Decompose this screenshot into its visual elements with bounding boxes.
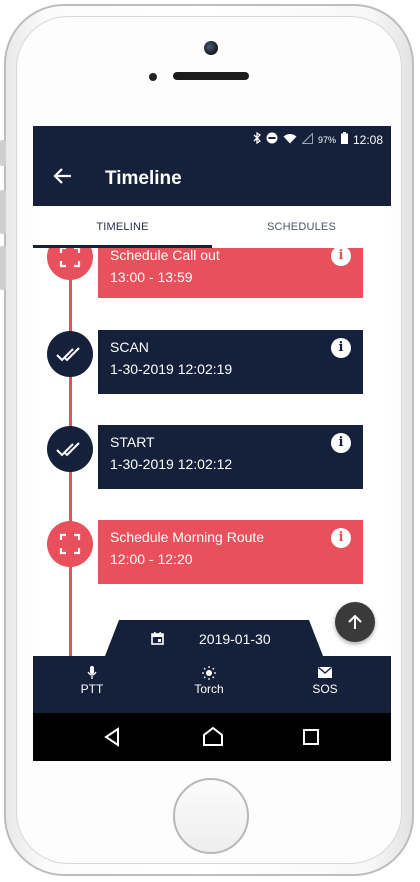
earpiece-speaker xyxy=(173,72,249,80)
nav-torch[interactable]: Torch xyxy=(179,666,239,696)
timeline-card[interactable]: Schedule Call out 13:00 - 13:59 i xyxy=(98,248,363,298)
card-time: 1-30-2019 12:02:12 xyxy=(110,456,233,472)
schedule-node xyxy=(47,521,93,567)
nav-sos[interactable]: SOS xyxy=(295,666,355,696)
wifi-icon xyxy=(283,133,297,147)
tab-bar: TIMELINE SCHEDULES xyxy=(33,206,391,249)
date-value[interactable]: 2019-01-30 xyxy=(199,632,271,646)
signal-icon xyxy=(301,131,313,147)
nav-label: SOS xyxy=(312,682,338,696)
bluetooth-icon xyxy=(253,131,261,147)
back-button[interactable] xyxy=(53,166,77,190)
dnd-icon xyxy=(266,132,278,147)
schedule-node xyxy=(47,248,93,280)
back-triangle-icon[interactable] xyxy=(101,725,125,749)
tab-schedules[interactable]: SCHEDULES xyxy=(212,206,391,248)
card-title: Schedule Call out xyxy=(110,248,220,263)
tab-timeline[interactable]: TIMELINE xyxy=(33,206,212,248)
volume-up-button xyxy=(0,190,6,234)
timeline-list: Schedule Call out 13:00 - 13:59 i SCAN 1… xyxy=(33,248,391,656)
nav-ptt[interactable]: PTT xyxy=(62,666,122,696)
scan-frame-icon xyxy=(59,248,81,268)
battery-percent: 97% xyxy=(317,134,336,145)
info-icon[interactable]: i xyxy=(331,338,351,358)
double-check-icon xyxy=(56,442,80,457)
page-title: Timeline xyxy=(105,168,182,189)
system-navigation-bar xyxy=(33,713,391,761)
battery-icon xyxy=(340,132,348,147)
recents-square-icon[interactable] xyxy=(299,725,323,749)
home-button[interactable] xyxy=(173,778,249,854)
card-time: 1-30-2019 12:02:19 xyxy=(110,361,233,377)
arrow-left-icon xyxy=(53,168,71,184)
status-bar: 97% 12:08 xyxy=(33,126,391,152)
timeline-card[interactable]: SCAN 1-30-2019 12:02:19 i xyxy=(98,330,363,394)
calendar-icon[interactable] xyxy=(151,632,164,650)
home-outline-icon[interactable] xyxy=(201,725,225,749)
sun-icon xyxy=(179,666,239,682)
timeline-card[interactable]: START 1-30-2019 12:02:12 i xyxy=(98,425,363,489)
status-time: 12:08 xyxy=(352,132,383,147)
screen: 97% 12:08 Timeline TIMELINE SCHEDULES Sc… xyxy=(33,126,391,761)
microphone-icon xyxy=(62,666,122,682)
scan-node xyxy=(47,331,93,377)
card-time: 12:00 - 12:20 xyxy=(110,551,193,567)
card-time: 13:00 - 13:59 xyxy=(110,269,193,285)
scan-frame-icon xyxy=(59,533,81,555)
card-title: Schedule Morning Route xyxy=(110,529,265,545)
scan-node xyxy=(47,426,93,472)
card-title: START xyxy=(110,434,155,450)
scroll-top-button[interactable] xyxy=(335,602,375,642)
nav-label: PTT xyxy=(80,682,104,696)
volume-down-button xyxy=(0,246,6,290)
card-title: SCAN xyxy=(110,339,149,355)
nav-label: Torch xyxy=(194,682,224,696)
timeline-card[interactable]: Schedule Morning Route 12:00 - 12:20 i xyxy=(98,520,363,584)
app-bar: Timeline xyxy=(33,152,391,206)
arrow-up-icon xyxy=(348,614,362,629)
bottom-nav: PTT Torch SOS xyxy=(33,656,391,713)
proximity-sensor xyxy=(149,73,157,81)
mail-icon xyxy=(295,666,355,682)
double-check-icon xyxy=(56,347,80,362)
info-icon[interactable]: i xyxy=(331,433,351,453)
info-icon[interactable]: i xyxy=(331,528,351,548)
mute-switch xyxy=(0,140,6,166)
front-camera xyxy=(204,41,218,55)
